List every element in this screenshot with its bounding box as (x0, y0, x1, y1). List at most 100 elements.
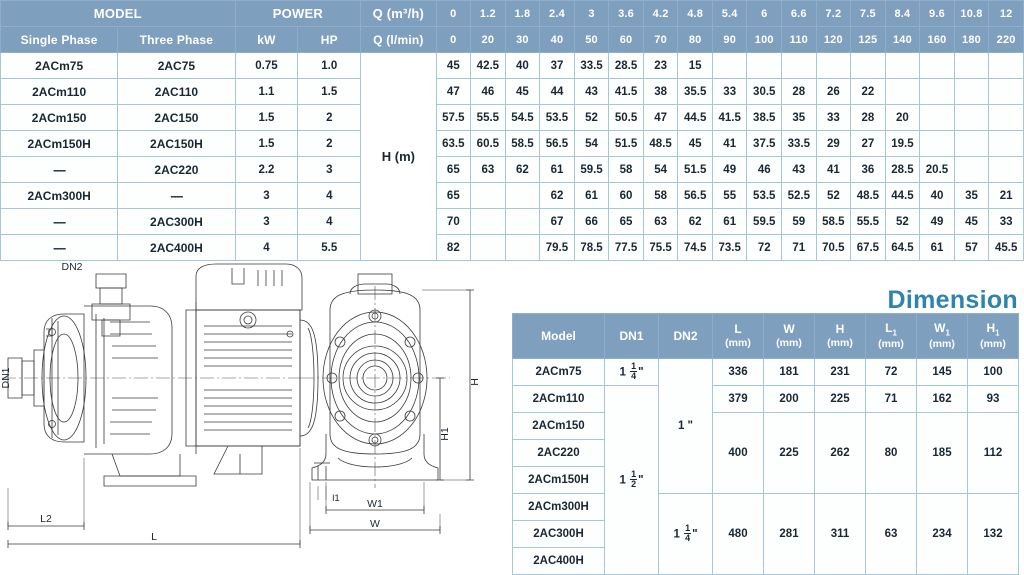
dim-cell-model: 2ACm150H (512, 466, 605, 494)
dim-header-dn1: DN1 (604, 313, 659, 359)
cell-head-2: 40 (504, 52, 541, 79)
cell-head-0: 47 (435, 78, 472, 105)
q-m3h-11: 7.2 (815, 0, 852, 27)
cell-head-12: 36 (850, 156, 886, 183)
dimension-table-body: 2ACm75 1 1 4 " 1 " 336 181 231 72 145 100 2ACm110 1 … (512, 358, 1019, 575)
cell-head-4: 59.5 (573, 156, 610, 183)
dim-cell-h1: 93 (967, 385, 1019, 413)
cell-head-16: 21 (988, 182, 1024, 209)
cell-head-2 (504, 208, 541, 235)
cell-single-phase: 2ACm150H (0, 130, 119, 157)
header-power: POWER (234, 0, 362, 27)
cell-head-10: 52.5 (781, 182, 817, 209)
cell-head-15 (953, 156, 990, 183)
cell-head-5: 65 (608, 208, 644, 235)
dim-cell-h1: 132 (967, 493, 1019, 575)
dim-header-w-text: W (783, 321, 795, 336)
cell-hp: 1.0 (297, 52, 362, 79)
cell-head-6: 48.5 (642, 130, 679, 157)
dim-cell-dn1: 1 1 4 " (604, 358, 659, 386)
dim-cell-w1: 162 (916, 385, 968, 413)
cell-head-3: 53.5 (539, 104, 575, 131)
cell-head-3: 61 (539, 156, 575, 183)
dim-header-w: W (mm) (763, 313, 815, 359)
cell-head-0: 65 (435, 156, 472, 183)
cell-head-12: 55.5 (850, 208, 886, 235)
cell-head-5: 28.5 (608, 52, 644, 79)
cell-head-0: 57.5 (435, 104, 472, 131)
cell-head-6: 23 (642, 52, 679, 79)
cell-head-9: 46 (746, 156, 783, 183)
dim-cell-l: 480 (712, 493, 764, 575)
cell-head-12: 48.5 (850, 182, 886, 209)
dimension-row: 2ACm150 400 225 262 80 185 112 (512, 412, 1019, 494)
q-m3h-0: 0 (435, 0, 472, 27)
cell-head-6: 38 (642, 78, 679, 105)
q-lmin-9: 100 (746, 26, 783, 53)
cell-head-13: 20 (884, 104, 921, 131)
performance-table-container: MODEL POWER Q (m³/h) 0 1.2 1.8 2.4 3 3.6… (0, 0, 1024, 261)
cell-hp: 4 (297, 208, 362, 235)
dimension-table-container: Model DN1 DN2 L (mm) W (mm) H (mm) L1 (m… (512, 313, 1019, 575)
cell-three-phase: 2AC400H (117, 234, 236, 261)
q-lmin-3: 40 (539, 26, 575, 53)
dim-cell-h: 311 (814, 493, 866, 575)
dim-cell-w1: 185 (916, 412, 968, 494)
dim-cell-l: 336 (712, 358, 764, 386)
cell-head-4: 52 (573, 104, 610, 131)
cell-head-4: 78.5 (573, 234, 610, 261)
dim-cell-l: 379 (712, 385, 764, 413)
q-lmin-0: 0 (435, 26, 472, 53)
cell-single-phase: 2ACm150 (0, 104, 119, 131)
q-lmin-7: 80 (677, 26, 713, 53)
cell-head-15 (953, 104, 990, 131)
cell-head-1: 55.5 (470, 104, 506, 131)
cell-head-16 (988, 156, 1024, 183)
cell-hp: 4 (297, 182, 362, 209)
cell-head-13: 52 (884, 208, 921, 235)
cell-head-6: 75.5 (642, 234, 679, 261)
cell-head-10: 35 (781, 104, 817, 131)
dim-cell-model: 2ACm300H (512, 493, 605, 521)
cell-head-5: 60 (608, 182, 644, 209)
cell-head-14: 49 (919, 208, 955, 235)
cell-head-unit: H (m) (360, 52, 437, 261)
cell-single-phase: ---- (0, 208, 119, 235)
cell-head-0: 45 (435, 52, 472, 79)
dim-cell-model: 2ACm110 (512, 385, 605, 413)
cell-head-1 (470, 208, 506, 235)
cell-head-8: 73.5 (711, 234, 748, 261)
dim-cell-model: 2AC220 (512, 439, 605, 467)
cell-head-7: 35.5 (677, 78, 713, 105)
cell-head-6: 47 (642, 104, 679, 131)
dim-cell-dn1: 1 1 2 " (604, 385, 659, 575)
cell-head-0: 82 (435, 234, 472, 261)
dim-header-h: H (mm) (814, 313, 866, 359)
dim-cell-w: 200 (763, 385, 815, 413)
header-q-m3h: Q (m³/h) (360, 0, 437, 27)
dimension-row: 2ACm300H 1 1 4 " 480 281 311 63 234 132 (512, 493, 1019, 575)
dim-cell-model: 2ACm150 (512, 412, 605, 440)
cell-kw: 4 (234, 234, 299, 261)
dimension-row: 2ACm110 1 1 2 " 379 200 225 71 162 93 (512, 385, 1019, 575)
dim-header-h1: H1 (mm) (967, 313, 1019, 359)
cell-head-12: 27 (850, 130, 886, 157)
dim-cell-l1: 71 (865, 385, 917, 413)
cell-single-phase: 2ACm300H (0, 182, 119, 209)
cell-kw: 1.5 (234, 104, 299, 131)
cell-head-7: 44.5 (677, 104, 713, 131)
performance-table-body: 2ACm75 2AC75 0.75 1.0 H (m) 45 42.5 40 37 33.5 28.… (0, 52, 1024, 261)
dim-cell-h1: 112 (967, 412, 1019, 494)
cell-head-11 (815, 52, 852, 79)
cell-head-4: 33.5 (573, 52, 610, 79)
cell-head-1: 42.5 (470, 52, 506, 79)
cell-head-11: 33 (815, 104, 852, 131)
dimension-table-head: Model DN1 DN2 L (mm) W (mm) H (mm) L1 (m… (512, 313, 1019, 359)
performance-table-head: MODEL POWER Q (m³/h) 0 1.2 1.8 2.4 3 3.6… (0, 0, 1024, 53)
cell-head-4: 66 (573, 208, 610, 235)
dim-header-model: Model (512, 313, 605, 359)
cell-head-13 (884, 52, 921, 79)
cell-kw: 2.2 (234, 156, 299, 183)
cell-head-1: 60.5 (470, 130, 506, 157)
dim-cell-model: 2ACm75 (512, 358, 605, 386)
